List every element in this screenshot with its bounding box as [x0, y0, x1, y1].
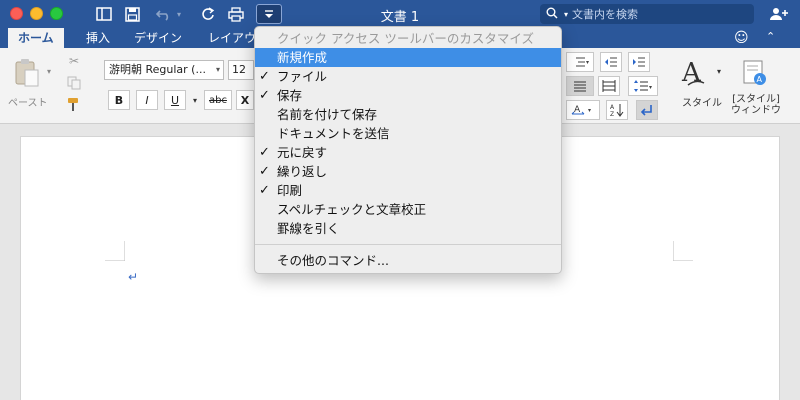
styles-pane-label: [スタイル] ウィンドウ	[730, 94, 782, 116]
menu-item-file[interactable]: ✓ ファイル	[255, 67, 561, 86]
menu-item-repeat[interactable]: ✓ 繰り返し	[255, 162, 561, 181]
styles-pane-icon[interactable]: A	[742, 58, 768, 88]
menu-item-label: その他のコマンド...	[277, 253, 389, 268]
collapse-ribbon-icon[interactable]: ⌃	[766, 30, 775, 43]
feedback-smiley-icon[interactable]: ☺	[734, 30, 749, 46]
document-title: 文書 1	[380, 10, 420, 25]
menu-item-print[interactable]: ✓ 印刷	[255, 181, 561, 200]
increase-indent-icon[interactable]	[628, 52, 650, 72]
search-placeholder: 文書内を検索	[572, 8, 639, 21]
menu-item-label: スペルチェックと文章校正	[277, 202, 427, 217]
svg-text:▾: ▾	[588, 107, 591, 114]
menu-item-label: ドキュメントを送信	[277, 126, 390, 141]
paste-dropdown-icon[interactable]: ▾	[44, 66, 54, 76]
styles-dropdown-icon[interactable]: ▾	[714, 66, 724, 76]
styles-icon[interactable]: A	[680, 56, 710, 90]
checkmark-icon: ✓	[259, 145, 270, 160]
menu-item-undo[interactable]: ✓ 元に戻す	[255, 143, 561, 162]
minimize-window-button[interactable]	[30, 7, 43, 20]
styles-pane-label-line1: [スタイル]	[732, 94, 780, 105]
paste-label: ペースト	[8, 98, 48, 109]
checkmark-icon: ✓	[259, 69, 270, 84]
close-window-button[interactable]	[10, 7, 23, 20]
checkmark-icon: ✓	[259, 183, 270, 198]
menu-item-label: 繰り返し	[277, 164, 328, 179]
undo-dropdown-icon[interactable]: ▾	[174, 4, 184, 24]
menu-item-spelling-grammar[interactable]: スペルチェックと文章校正	[255, 200, 561, 219]
menu-header: クイック アクセス ツールバーのカスタマイズ	[277, 31, 534, 46]
checkmark-icon: ✓	[259, 164, 270, 179]
format-painter-icon[interactable]	[64, 96, 84, 114]
subscript-button[interactable]: X	[236, 90, 254, 110]
styles-label: スタイル	[682, 98, 722, 109]
menu-item-label: 名前を付けて保存	[277, 107, 378, 122]
bold-button[interactable]: B	[108, 90, 130, 110]
font-name-select[interactable]: 游明朝 Regular (... ▾	[104, 60, 224, 80]
tab-insert[interactable]: 挿入	[76, 28, 120, 48]
menu-item-label: 保存	[277, 88, 303, 103]
sidebar-toggle-icon[interactable]	[94, 4, 114, 24]
tab-home[interactable]: ホーム	[8, 28, 64, 48]
show-formatting-marks-icon[interactable]	[636, 100, 658, 120]
menu-item-save-as[interactable]: 名前を付けて保存	[255, 105, 561, 124]
copy-icon[interactable]	[64, 74, 84, 92]
font-size-select[interactable]: 12	[228, 60, 254, 80]
menu-item-save[interactable]: ✓ 保存	[255, 86, 561, 105]
crop-mark-top-left	[105, 241, 125, 261]
menu-item-draw-borders[interactable]: 罫線を引く	[255, 219, 561, 238]
text-direction-icon[interactable]: A ▾	[566, 100, 600, 120]
svg-text:▾: ▾	[649, 84, 652, 91]
strikethrough-button[interactable]: abc	[204, 90, 232, 110]
customize-toolbar-button[interactable]	[256, 4, 282, 24]
svg-text:Z: Z	[610, 111, 614, 117]
menu-item-send-document[interactable]: ドキュメントを送信	[255, 124, 561, 143]
title-bar: ▾ 文書 1 ▾ 文書内を検索	[0, 0, 800, 28]
maximize-window-button[interactable]	[50, 7, 63, 20]
undo-icon[interactable]	[154, 4, 174, 24]
menu-item-label: 罫線を引く	[277, 221, 340, 236]
distributed-icon[interactable]	[598, 76, 620, 96]
tab-design[interactable]: デザイン	[124, 28, 192, 48]
paste-icon[interactable]	[10, 56, 44, 90]
svg-text:A: A	[757, 75, 763, 84]
search-dropdown-icon: ▾	[564, 9, 569, 19]
search-icon	[546, 7, 560, 22]
save-icon[interactable]	[122, 4, 142, 24]
menu-item-label: ファイル	[277, 69, 328, 84]
multilevel-list-icon[interactable]: ▾	[566, 52, 594, 72]
checkmark-icon: ✓	[259, 88, 270, 103]
share-icon[interactable]	[766, 4, 792, 24]
print-icon[interactable]	[226, 4, 246, 24]
menu-item-label: 新規作成	[277, 50, 328, 65]
italic-button[interactable]: I	[136, 90, 158, 110]
underline-button[interactable]: U	[164, 90, 186, 110]
justify-icon[interactable]	[566, 76, 594, 96]
menu-item-label: 印刷	[277, 183, 303, 198]
search-box[interactable]: ▾ 文書内を検索	[540, 4, 754, 24]
menu-separator	[255, 244, 561, 245]
svg-text:▾: ▾	[586, 59, 589, 66]
cut-icon[interactable]: ✂	[64, 52, 84, 70]
underline-dropdown-icon[interactable]: ▾	[190, 92, 200, 108]
redo-icon[interactable]	[198, 4, 218, 24]
menu-item-more-commands[interactable]: その他のコマンド...	[255, 251, 561, 270]
menu-item-label: 元に戻す	[277, 145, 328, 160]
customize-toolbar-menu: クイック アクセス ツールバーのカスタマイズ 新規作成 ✓ ファイル ✓ 保存 …	[254, 26, 562, 274]
decrease-indent-icon[interactable]	[600, 52, 622, 72]
sort-icon[interactable]: AZ	[606, 100, 628, 120]
font-size-value: 12	[232, 63, 246, 76]
crop-mark-top-right	[673, 241, 693, 261]
styles-pane-label-line2: ウィンドウ	[731, 105, 781, 116]
line-spacing-icon[interactable]: ▾	[628, 76, 658, 96]
font-name-value: 游明朝 Regular (...	[109, 63, 206, 76]
paragraph-mark: ↵	[128, 270, 139, 284]
font-name-dropdown-icon: ▾	[215, 65, 220, 74]
svg-text:A: A	[610, 104, 615, 111]
menu-item-new[interactable]: 新規作成	[255, 48, 561, 67]
